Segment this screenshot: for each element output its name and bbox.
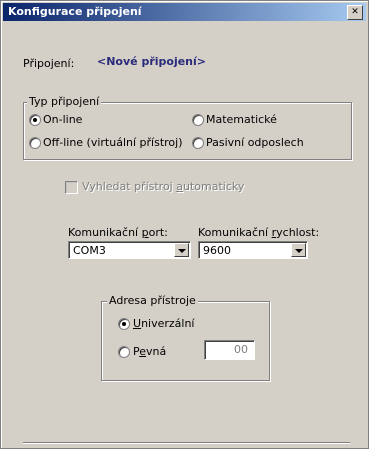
port-select[interactable]: COM3 [68, 241, 191, 259]
radio-universal-label[interactable]: Univerzální [133, 317, 195, 330]
address-value: 00 [234, 343, 248, 356]
connection-type-group [23, 102, 352, 160]
close-button[interactable]: ✕ [347, 5, 363, 20]
radio-selected-dot [33, 118, 37, 122]
radio-passive[interactable] [192, 137, 204, 149]
radio-online-label[interactable]: On-line [43, 113, 82, 126]
radio-offline[interactable] [29, 137, 41, 149]
connection-value: <Nové připojení> [97, 55, 206, 68]
close-icon: ✕ [351, 7, 359, 17]
radio-fixed[interactable] [118, 346, 130, 358]
radio-fixed-label[interactable]: Pevná [133, 345, 166, 358]
connection-label: Připojení: [23, 57, 75, 70]
radio-selected-dot [122, 322, 126, 326]
speed-select[interactable]: 9600 [198, 241, 308, 259]
radio-mathematical[interactable] [192, 114, 204, 126]
port-value: COM3 [73, 244, 106, 257]
chevron-down-icon[interactable] [174, 243, 189, 257]
address-input[interactable]: 00 [204, 340, 255, 360]
device-address-legend: Adresa přístroje [107, 294, 198, 307]
auto-search-label: Vyhledat přístroj automaticky [82, 180, 245, 193]
radio-passive-label[interactable]: Pasivní odposlech [206, 136, 304, 149]
window-title: Konfigurace připojení [8, 5, 142, 18]
radio-mathematical-label[interactable]: Matematické [206, 113, 277, 126]
title-bar[interactable]: Konfigurace připojení ✕ [3, 3, 366, 21]
port-label: Komunikační port: [68, 226, 168, 239]
speed-label: Komunikační rychlost: [198, 226, 320, 239]
speed-value: 9600 [203, 244, 231, 257]
auto-search-checkbox[interactable] [65, 181, 78, 194]
radio-universal[interactable] [118, 318, 130, 330]
bottom-separator [23, 442, 350, 444]
connection-type-legend: Typ připojení [27, 95, 102, 108]
radio-online[interactable] [29, 114, 41, 126]
radio-offline-label[interactable]: Off-line (virtuální přístroj) [43, 136, 183, 149]
chevron-down-icon[interactable] [291, 243, 306, 257]
